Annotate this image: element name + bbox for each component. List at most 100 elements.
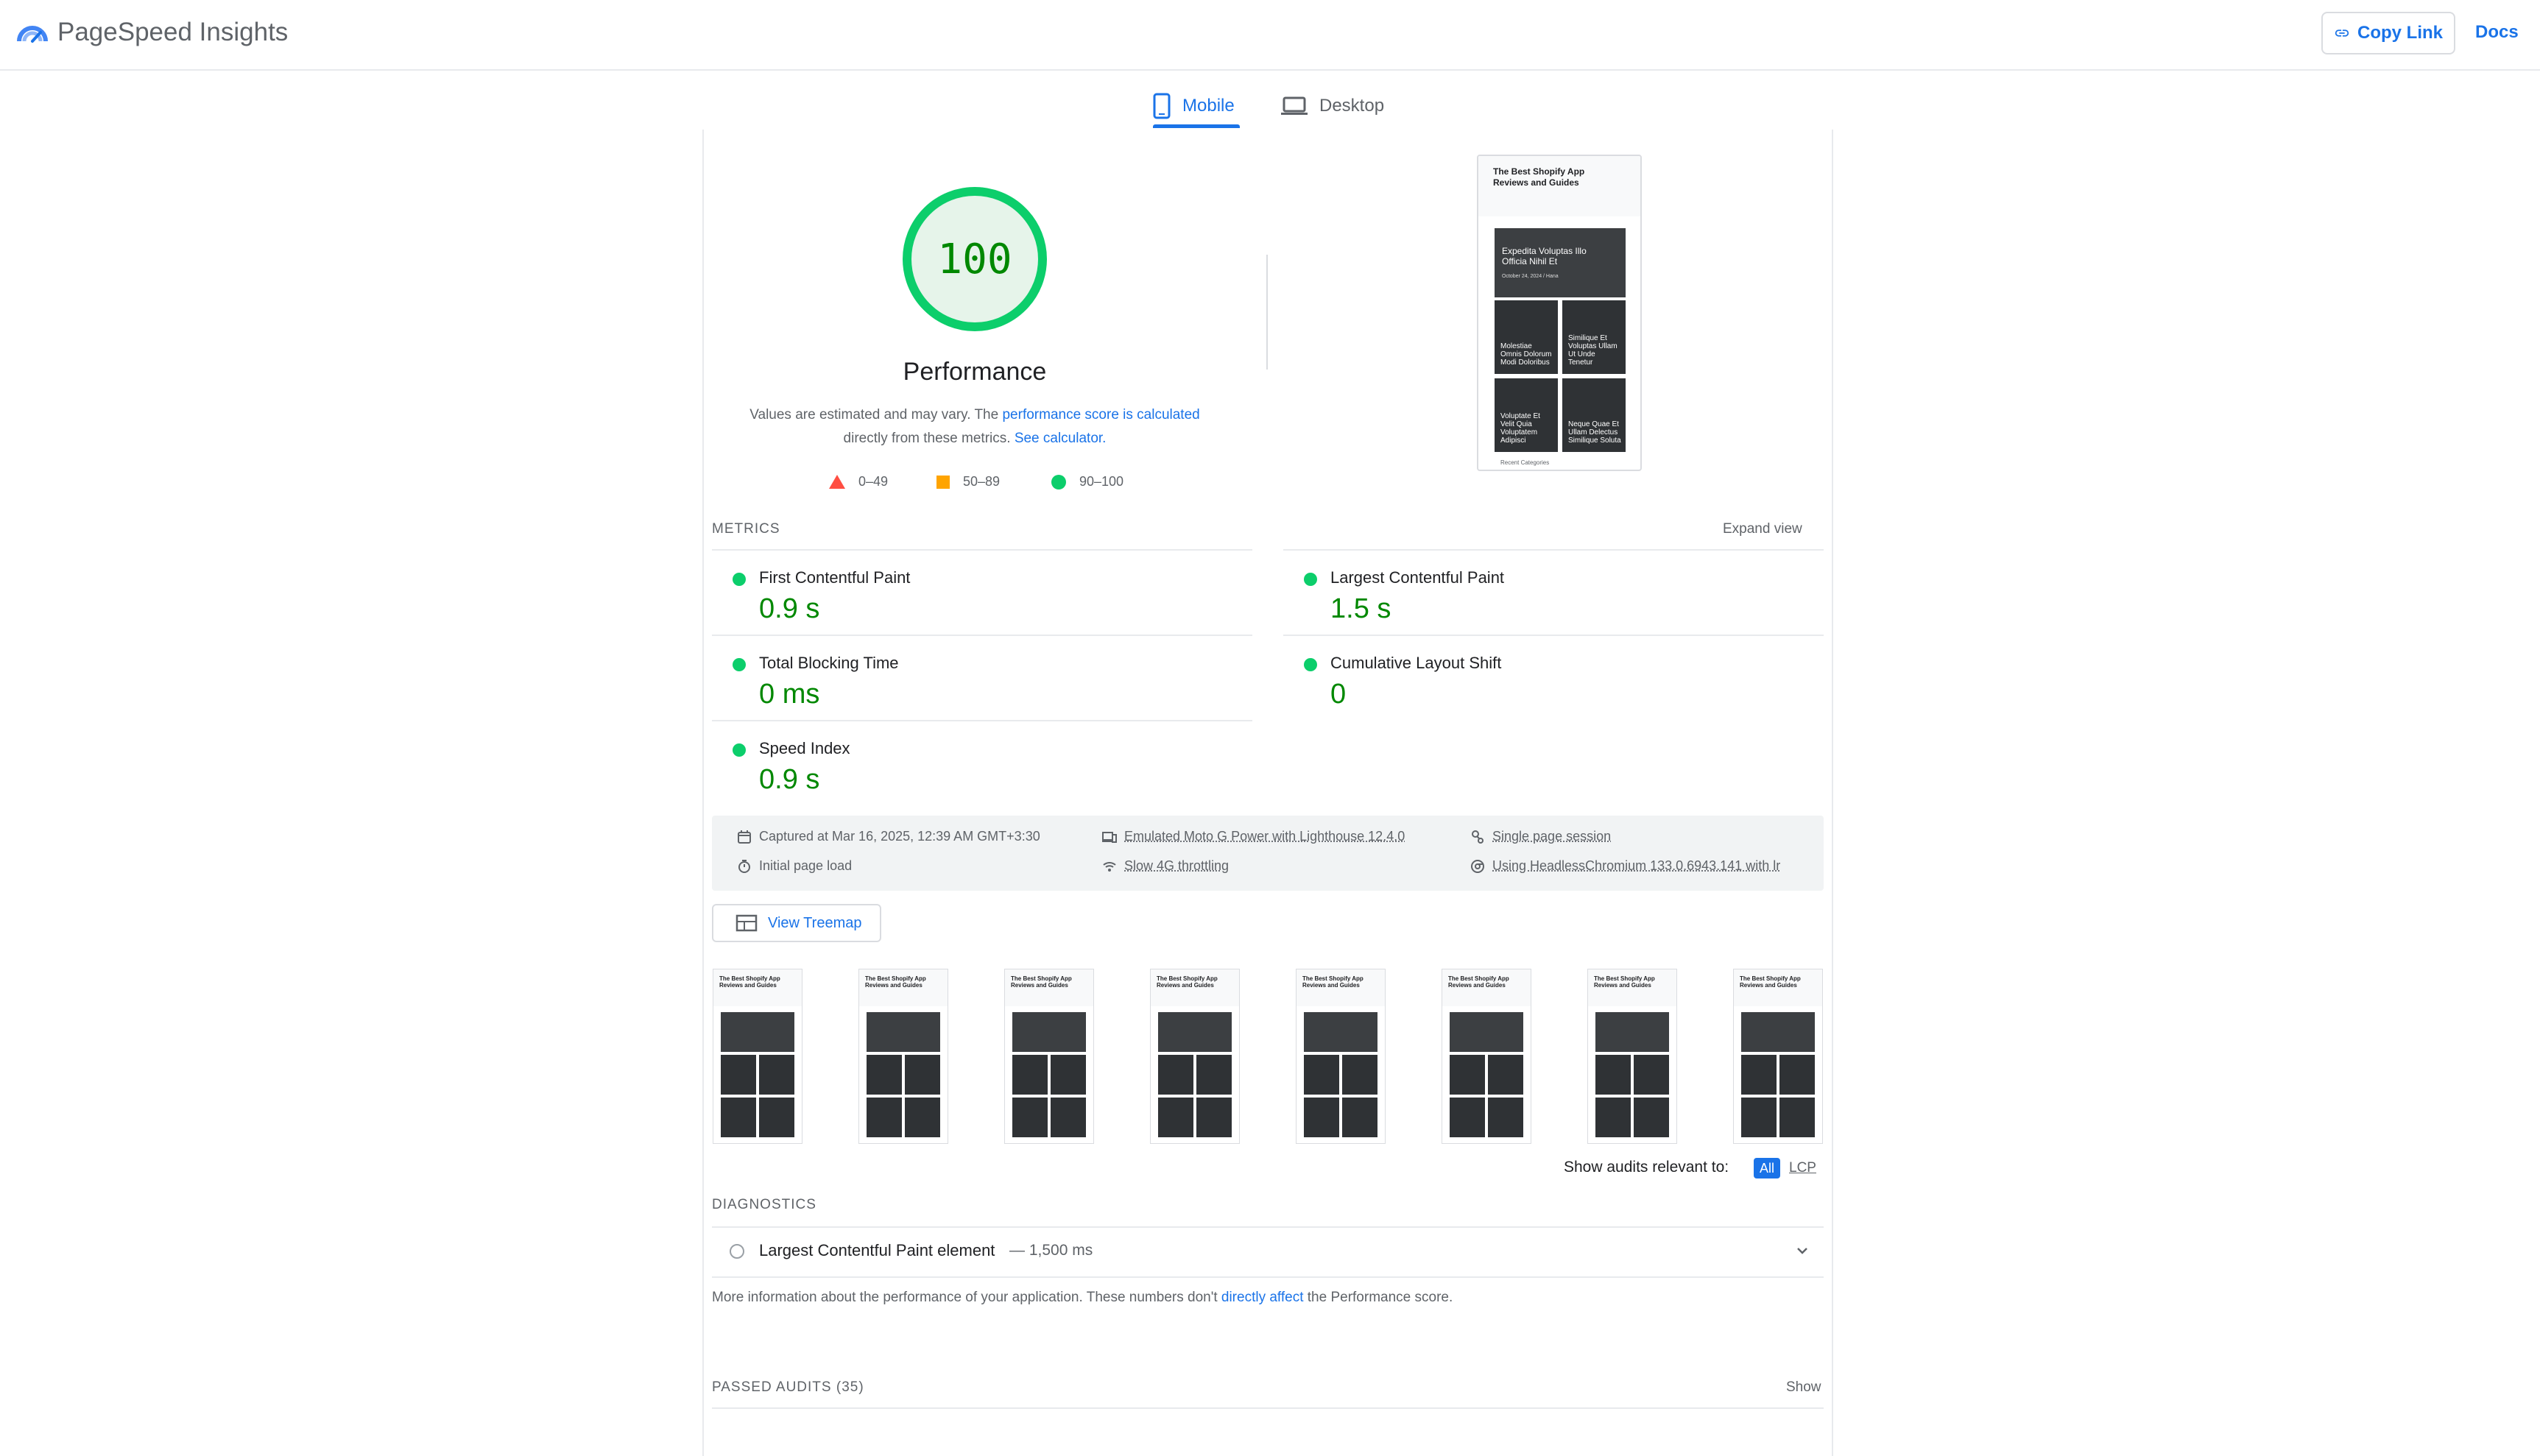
frame-cell bbox=[905, 1098, 940, 1137]
brand-title[interactable]: PageSpeed Insights bbox=[57, 16, 288, 49]
chevron-down-icon[interactable] bbox=[1794, 1243, 1810, 1259]
metric-cumulative-layout-shift: Cumulative Layout Shift 0 bbox=[1283, 637, 1824, 721]
legend-fail: 0–49 bbox=[829, 474, 888, 490]
docs-link[interactable]: Docs bbox=[2475, 22, 2519, 43]
frame-cell bbox=[1304, 1098, 1339, 1137]
tab-desktop[interactable]: Desktop bbox=[1281, 84, 1384, 128]
frame-cell bbox=[1304, 1055, 1339, 1095]
frame-header: The Best Shopify App Reviews and Guides bbox=[1297, 969, 1385, 1006]
performance-gauge: 100 bbox=[903, 187, 1047, 331]
note-text-2: the Performance score. bbox=[1303, 1290, 1453, 1305]
laptop-icon bbox=[1281, 96, 1308, 115]
calendar-icon bbox=[738, 830, 751, 844]
final-screenshot[interactable]: The Best Shopify App Reviews and Guides … bbox=[1477, 155, 1642, 471]
frame-cell bbox=[1634, 1098, 1669, 1137]
screenshot-cell: Similique Et Voluptas Ullam Ut Unde Tene… bbox=[1562, 300, 1626, 374]
frame-hero bbox=[1158, 1012, 1232, 1052]
view-treemap-button[interactable]: View Treemap bbox=[712, 904, 881, 942]
runtime-throttling[interactable]: Slow 4G throttling bbox=[1102, 858, 1229, 874]
frame-title: The Best Shopify App Reviews and Guides bbox=[865, 975, 926, 989]
runtime-captured-label: Captured at Mar 16, 2025, 12:39 AM GMT+3… bbox=[759, 829, 1040, 844]
passed-audits-label: PASSED AUDITS (35) bbox=[712, 1379, 864, 1396]
frame-cell bbox=[721, 1055, 756, 1095]
timer-icon bbox=[738, 859, 750, 873]
screenshot-footer: Recent Categories bbox=[1500, 459, 1550, 466]
frame-header: The Best Shopify App Reviews and Guides bbox=[1588, 969, 1676, 1006]
runtime-device[interactable]: Emulated Moto G Power with Lighthouse 12… bbox=[1102, 829, 1405, 844]
frame-cell bbox=[1779, 1055, 1815, 1095]
divider bbox=[1283, 635, 1824, 636]
frame-cell bbox=[759, 1055, 794, 1095]
session-icon bbox=[1472, 830, 1484, 844]
devices-icon bbox=[1102, 831, 1117, 843]
note-text-1: More information about the performance o… bbox=[712, 1290, 1221, 1305]
performance-title: Performance bbox=[903, 358, 1047, 386]
runtime-browser-label: Using HeadlessChromium 133.0.6943.141 wi… bbox=[1492, 858, 1781, 873]
frame-cell bbox=[867, 1098, 902, 1137]
runtime-session-label: Single page session bbox=[1492, 829, 1612, 844]
frame-hero bbox=[1741, 1012, 1815, 1052]
frame-header: The Best Shopify App Reviews and Guides bbox=[713, 969, 802, 1006]
frame-cell bbox=[1450, 1055, 1485, 1095]
metric-value: 0 ms bbox=[759, 679, 820, 710]
metric-speed-index: Speed Index 0.9 s bbox=[712, 723, 1252, 807]
divider bbox=[712, 635, 1252, 636]
frame-cell bbox=[1779, 1098, 1815, 1137]
metric-name: Speed Index bbox=[759, 739, 850, 757]
runtime-device-label: Emulated Moto G Power with Lighthouse 12… bbox=[1124, 829, 1405, 844]
divider bbox=[712, 1407, 1824, 1409]
expand-view-toggle[interactable]: Expand view bbox=[1723, 521, 1802, 537]
frame-cell bbox=[1158, 1098, 1193, 1137]
link-icon bbox=[2335, 29, 2349, 37]
show-audits-label: Show audits relevant to: bbox=[1564, 1159, 1729, 1176]
pagespeed-logo-icon[interactable] bbox=[16, 16, 49, 49]
divider bbox=[712, 549, 1252, 551]
show-passed-audits-button[interactable]: Show bbox=[1786, 1379, 1821, 1396]
frame-cell bbox=[1158, 1055, 1193, 1095]
filmstrip-frame: The Best Shopify App Reviews and Guides bbox=[858, 969, 948, 1144]
directly-affect-link[interactable]: directly affect bbox=[1221, 1290, 1304, 1305]
frame-header: The Best Shopify App Reviews and Guides bbox=[1005, 969, 1093, 1006]
tab-selected-indicator bbox=[1153, 124, 1240, 128]
tab-mobile[interactable]: Mobile bbox=[1153, 84, 1235, 128]
see-calculator-link[interactable]: See calculator. bbox=[1015, 431, 1107, 446]
filter-all-button[interactable]: All bbox=[1754, 1158, 1780, 1178]
metric-name: First Contentful Paint bbox=[759, 568, 911, 587]
audit-lcp-element[interactable]: Largest Contentful Paint element — 1,500… bbox=[712, 1226, 1824, 1278]
frame-cell bbox=[1196, 1098, 1232, 1137]
metric-value: 1.5 s bbox=[1330, 593, 1391, 624]
frame-cell bbox=[1741, 1055, 1777, 1095]
metric-largest-contentful-paint: Largest Contentful Paint 1.5 s bbox=[1283, 552, 1824, 636]
frame-cell bbox=[1012, 1098, 1048, 1137]
audit-title: Largest Contentful Paint element bbox=[759, 1241, 995, 1259]
runtime-browser[interactable]: Using HeadlessChromium 133.0.6943.141 wi… bbox=[1470, 858, 1780, 874]
frame-cell bbox=[1488, 1098, 1523, 1137]
performance-score-link[interactable]: performance score is calculated bbox=[1002, 407, 1199, 423]
filmstrip-frame: The Best Shopify App Reviews and Guides bbox=[1150, 969, 1240, 1144]
chrome-icon bbox=[1471, 859, 1484, 873]
frame-cell bbox=[1196, 1055, 1232, 1095]
view-treemap-label: View Treemap bbox=[768, 914, 862, 931]
tab-mobile-label: Mobile bbox=[1182, 96, 1235, 116]
metric-value: 0.9 s bbox=[759, 764, 820, 795]
frame-cell bbox=[1634, 1055, 1669, 1095]
performance-score: 100 bbox=[937, 235, 1012, 283]
frame-cell bbox=[1595, 1098, 1631, 1137]
divider bbox=[712, 720, 1252, 721]
frame-cell bbox=[1488, 1055, 1523, 1095]
copy-link-button[interactable]: Copy Link bbox=[2321, 12, 2455, 54]
smartphone-icon bbox=[1153, 93, 1171, 119]
filmstrip-frame: The Best Shopify App Reviews and Guides bbox=[1587, 969, 1677, 1144]
desc-text-2: directly from these metrics. bbox=[843, 431, 1015, 446]
divider bbox=[1266, 255, 1268, 370]
frame-title: The Best Shopify App Reviews and Guides bbox=[719, 975, 780, 989]
frame-title: The Best Shopify App Reviews and Guides bbox=[1157, 975, 1218, 989]
filmstrip-frame: The Best Shopify App Reviews and Guides bbox=[713, 969, 802, 1144]
frame-cell bbox=[1051, 1055, 1086, 1095]
frame-cell bbox=[1595, 1055, 1631, 1095]
filter-lcp-button[interactable]: LCP bbox=[1789, 1160, 1816, 1176]
runtime-session[interactable]: Single page session bbox=[1470, 829, 1611, 844]
tab-desktop-label: Desktop bbox=[1319, 96, 1385, 116]
filmstrip-frame: The Best Shopify App Reviews and Guides bbox=[1296, 969, 1386, 1144]
screenshot-cell: Voluptate Et Velit Quia Voluptatem Adipi… bbox=[1495, 378, 1558, 452]
